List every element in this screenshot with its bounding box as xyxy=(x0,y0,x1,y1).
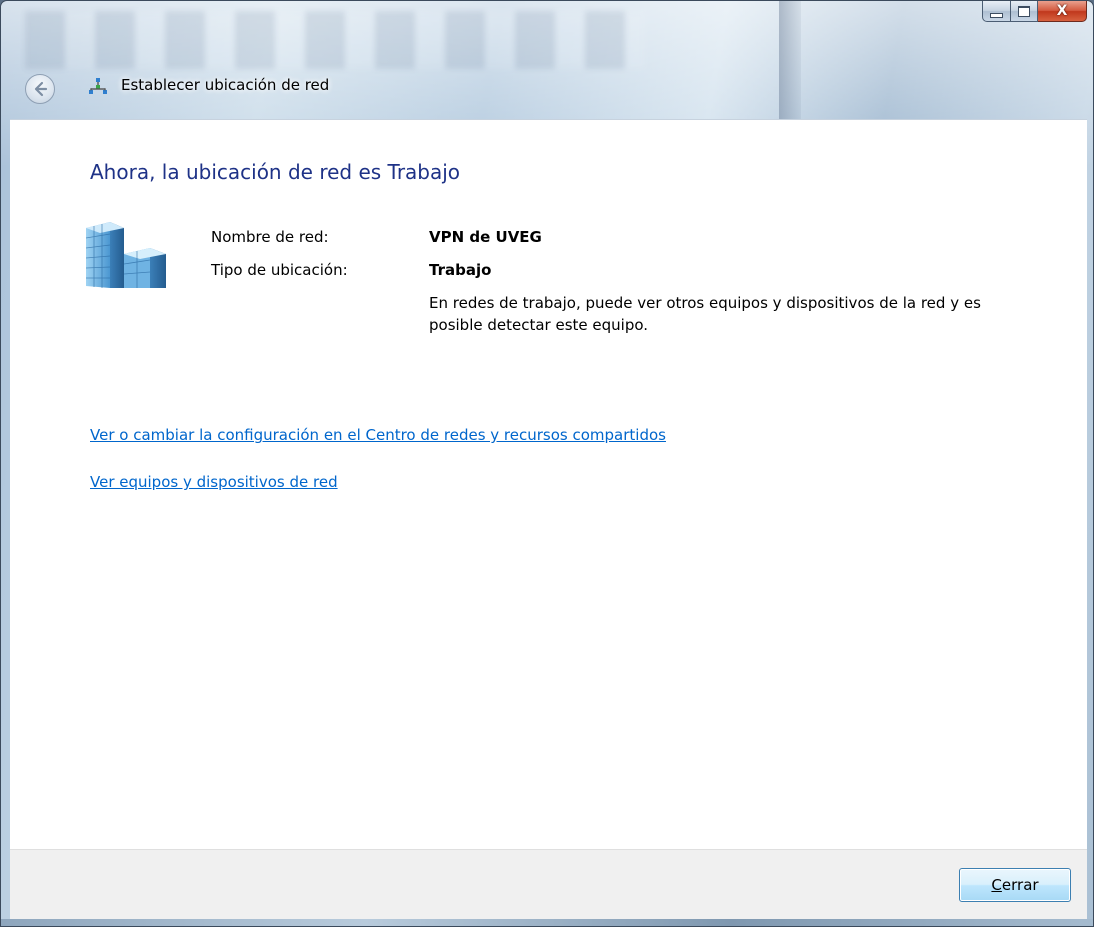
minimize-icon xyxy=(990,12,1003,18)
close-button-accelerator: C xyxy=(991,876,1002,894)
window-title: Establecer ubicación de red xyxy=(121,76,330,94)
dialog-footer: Cerrar xyxy=(10,849,1087,919)
building-icon xyxy=(85,222,166,288)
back-arrow-icon xyxy=(34,81,48,97)
glass-background xyxy=(25,11,645,69)
location-type-value: Trabajo xyxy=(429,261,492,279)
caption-buttons: X xyxy=(982,1,1087,23)
close-icon: X xyxy=(1056,3,1068,19)
minimize-button[interactable] xyxy=(982,1,1011,22)
close-button-label: errar xyxy=(1001,876,1039,894)
dialog-window: X Establecer ubicación de red Ahora, la … xyxy=(0,0,1094,927)
page-heading: Ahora, la ubicación de red es Trabajo xyxy=(90,160,461,184)
view-network-devices-link[interactable]: Ver equipos y dispositivos de red xyxy=(90,473,338,491)
close-dialog-button[interactable]: Cerrar xyxy=(959,868,1071,902)
location-description: En redes de trabajo, puede ver otros equ… xyxy=(429,294,981,334)
location-type-label: Tipo de ubicación: xyxy=(211,261,348,279)
network-sharing-center-link[interactable]: Ver o cambiar la configuración en el Cen… xyxy=(90,426,666,444)
back-button[interactable] xyxy=(25,74,55,104)
maximize-button[interactable] xyxy=(1011,1,1038,22)
glass-background-bar xyxy=(779,1,801,119)
network-name-value: VPN de UVEG xyxy=(429,228,542,246)
content-area: Ahora, la ubicación de red es Trabajo No… xyxy=(10,119,1087,849)
network-name-label: Nombre de red: xyxy=(211,228,329,246)
maximize-icon xyxy=(1018,5,1030,17)
window-close-button[interactable]: X xyxy=(1038,1,1087,22)
frame-bottom-edge xyxy=(1,919,1093,926)
network-icon xyxy=(89,78,107,94)
